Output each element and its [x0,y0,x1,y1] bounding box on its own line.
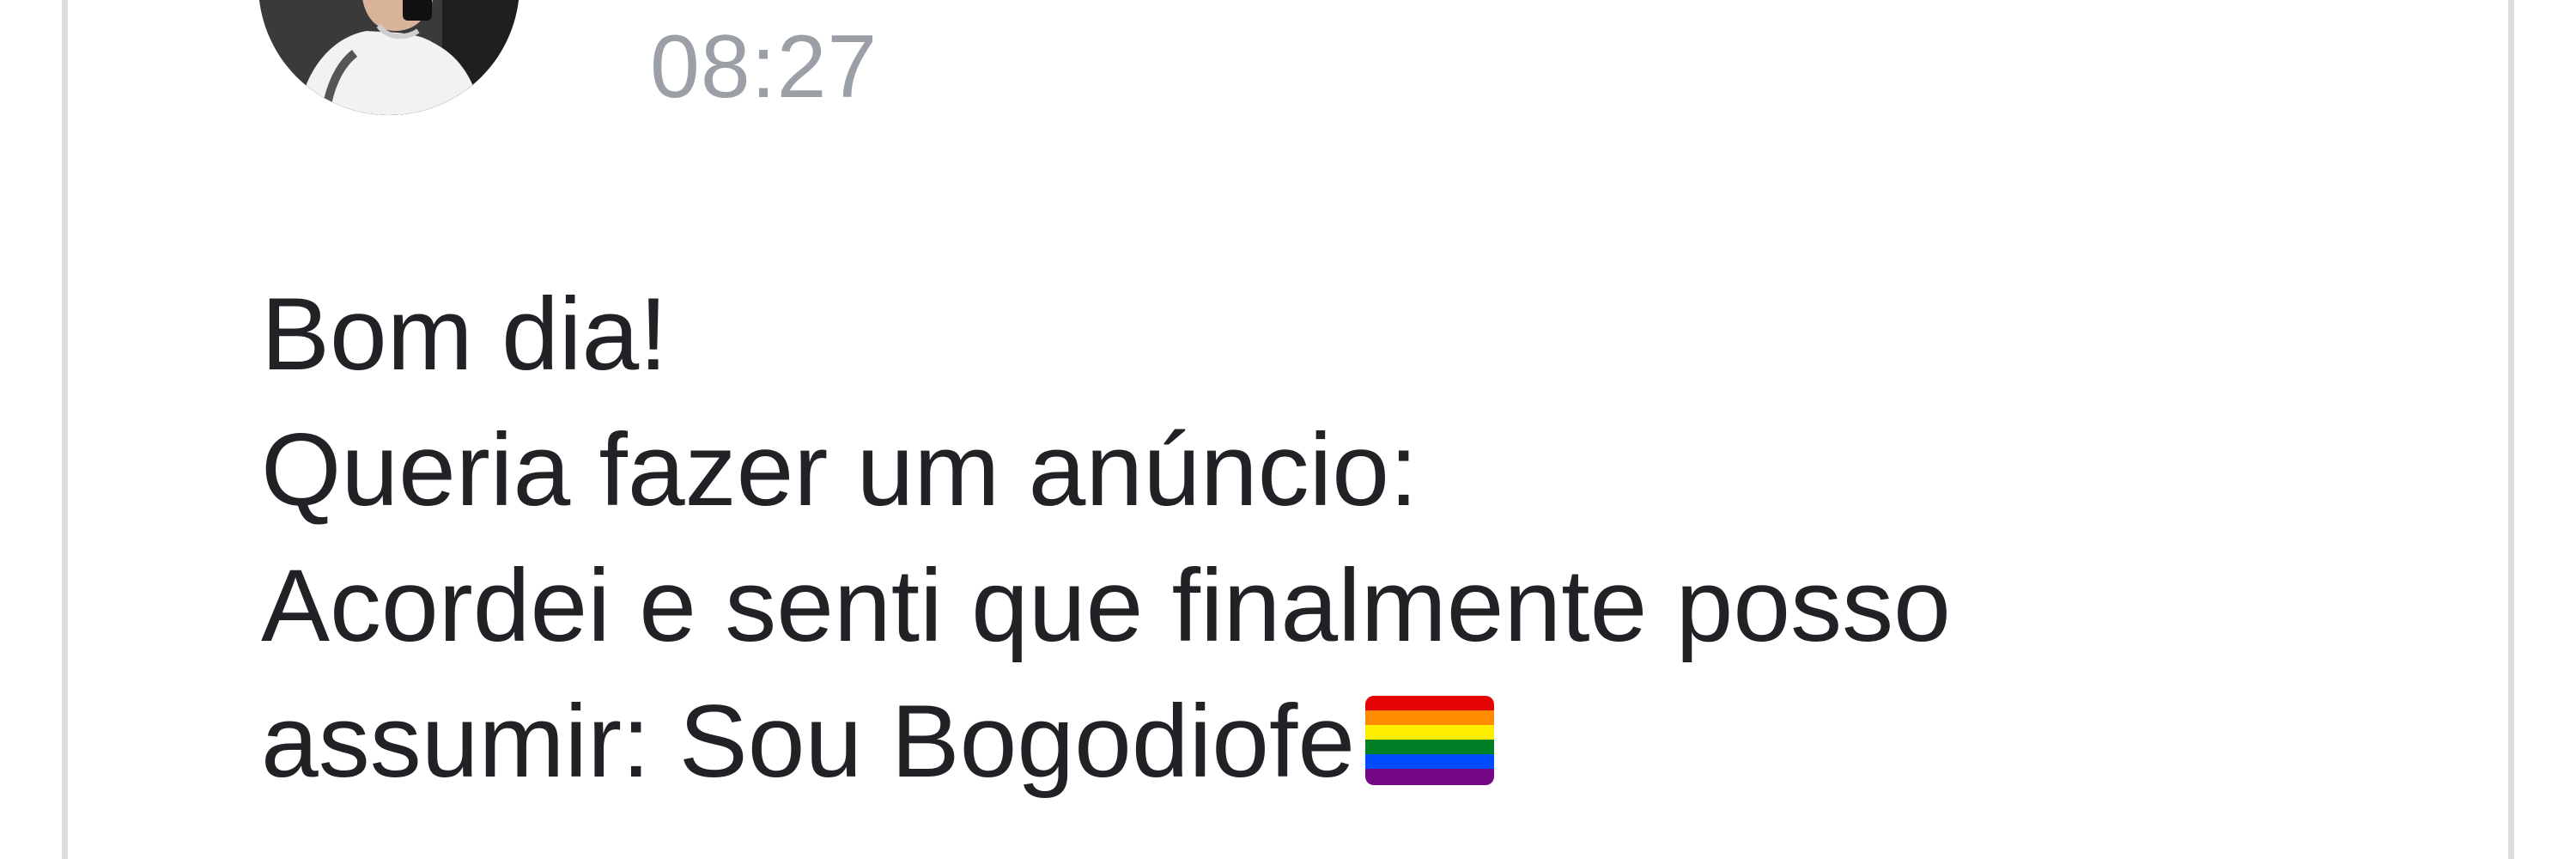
message-line: assumir: Sou Bogodiofe [261,684,1356,799]
message-text: Bom dia! Queria fazer um anúncio: Acorde… [261,266,2408,809]
avatar-photo-icon [258,0,519,115]
message-line: Bom dia! [261,277,668,392]
message-line: Queria fazer um anúncio: [261,412,1419,527]
rainbow-flag-icon [1365,696,1495,785]
message-line-last: assumir: Sou Bogodiofe [261,673,2408,809]
message-line: Acordei e senti que finalmente posso [261,548,1951,663]
post-card: 08:27 Bom dia! Queria fazer um anúncio: … [62,0,2514,859]
post-timestamp: 08:27 [650,17,878,117]
page: 08:27 Bom dia! Queria fazer um anúncio: … [0,0,2576,859]
avatar[interactable] [258,0,519,115]
